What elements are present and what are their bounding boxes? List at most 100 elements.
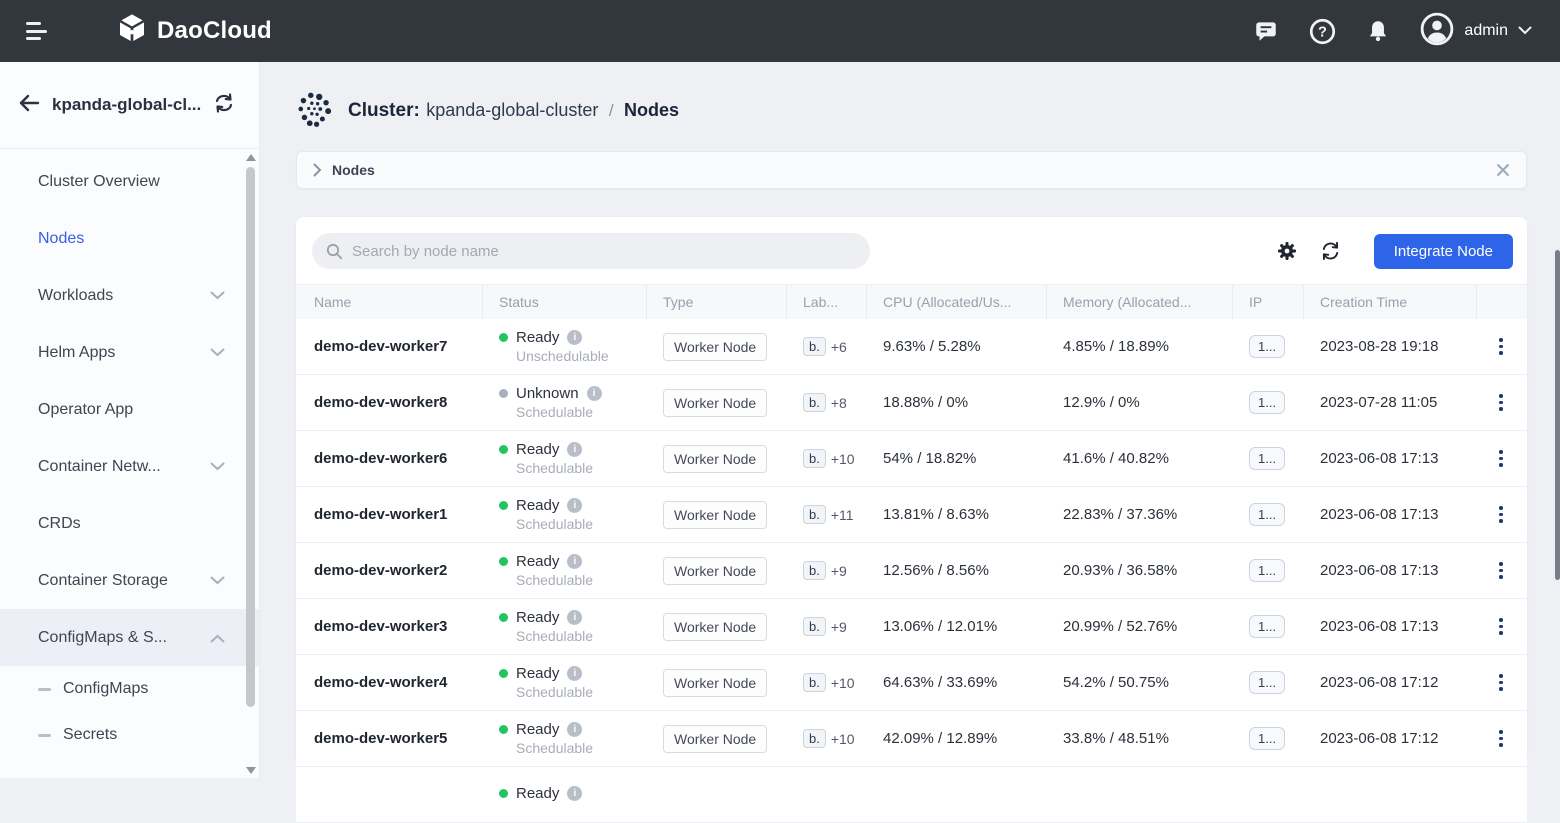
schedulable-text: Unschedulable: [516, 348, 609, 364]
search-box: [312, 233, 870, 269]
memory-usage: 22.83% / 37.36%: [1047, 487, 1233, 542]
info-icon[interactable]: [567, 722, 582, 737]
info-icon[interactable]: [567, 786, 582, 801]
expand-chevron-icon[interactable]: [313, 163, 322, 177]
info-icon[interactable]: [567, 666, 582, 681]
type-badge: Worker Node: [663, 669, 767, 697]
labels-more-count: +10: [831, 451, 855, 467]
page-scrollbar-thumb[interactable]: [1555, 250, 1560, 580]
dash-icon: [38, 734, 51, 737]
sidebar-item[interactable]: Operator App: [0, 381, 259, 438]
sidebar-item[interactable]: Container Netw...: [0, 438, 259, 495]
ip-chip[interactable]: 1...: [1249, 727, 1285, 750]
row-actions-kebab[interactable]: [1493, 558, 1509, 583]
creation-time: 2023-06-08 17:13: [1304, 599, 1477, 654]
breadcrumb-cluster-name[interactable]: kpanda-global-cluster: [426, 100, 598, 120]
ip-chip[interactable]: 1...: [1249, 391, 1285, 414]
row-actions-kebab[interactable]: [1493, 446, 1509, 471]
close-icon[interactable]: [1496, 163, 1510, 177]
memory-usage: [1047, 767, 1233, 822]
row-actions-kebab[interactable]: [1493, 502, 1509, 527]
user-menu[interactable]: admin: [1420, 12, 1532, 51]
status-dot: [499, 613, 508, 622]
sidebar-item[interactable]: ConfigMaps: [0, 666, 259, 712]
sidebar-item[interactable]: Nodes: [0, 210, 259, 267]
cluster-switch-icon[interactable]: [213, 93, 235, 118]
sidebar-item[interactable]: CRDs: [0, 495, 259, 552]
ip-chip[interactable]: 1...: [1249, 447, 1285, 470]
label-chip[interactable]: b.: [803, 505, 826, 524]
sidebar-item[interactable]: Workloads: [0, 267, 259, 324]
ip-chip[interactable]: 1...: [1249, 559, 1285, 582]
schedulable-text: Schedulable: [516, 404, 593, 420]
actions-cell: [1477, 655, 1527, 710]
brand-name: DaoCloud: [157, 17, 272, 45]
info-icon[interactable]: [567, 442, 582, 457]
sidebar-item-label: ConfigMaps: [63, 680, 148, 698]
sidebar-item[interactable]: Cluster Overview: [0, 153, 259, 210]
hamburger-menu-icon[interactable]: [26, 22, 50, 40]
label-chip[interactable]: b.: [803, 337, 826, 356]
node-name: demo-dev-worker4: [296, 655, 483, 710]
ip-chip[interactable]: 1...: [1249, 335, 1285, 358]
help-icon[interactable]: ?: [1308, 17, 1336, 45]
bell-icon[interactable]: [1364, 17, 1392, 45]
info-icon[interactable]: [567, 498, 582, 513]
integrate-node-button[interactable]: Integrate Node: [1374, 234, 1513, 269]
label-chip[interactable]: b.: [803, 561, 826, 580]
sidebar-item[interactable]: Container Storage: [0, 552, 259, 609]
sidebar-item-label: Operator App: [38, 401, 133, 419]
label-chip[interactable]: b.: [803, 673, 826, 692]
creation-time: 2023-06-08 17:13: [1304, 543, 1477, 598]
column-header: Name: [296, 285, 483, 319]
ip-cell: 1...: [1233, 375, 1304, 430]
ip-cell: 1...: [1233, 599, 1304, 654]
node-status-cell: Ready Schedulable: [483, 543, 647, 598]
info-icon[interactable]: [567, 554, 582, 569]
info-icon[interactable]: [567, 610, 582, 625]
chevron-icon: [210, 344, 225, 362]
row-actions-kebab[interactable]: [1493, 334, 1509, 359]
label-chip[interactable]: b.: [803, 393, 826, 412]
labels-more-count: +10: [831, 675, 855, 691]
daocloud-logo-icon: [116, 13, 148, 50]
back-arrow-icon[interactable]: [18, 94, 40, 117]
info-icon[interactable]: [567, 330, 582, 345]
ip-chip[interactable]: 1...: [1249, 503, 1285, 526]
refresh-icon[interactable]: [1320, 240, 1342, 262]
scrollbar-down-arrow[interactable]: [246, 767, 256, 774]
actions-cell: [1477, 711, 1527, 766]
info-icon[interactable]: [587, 386, 602, 401]
sidebar-item[interactable]: Helm Apps: [0, 324, 259, 381]
row-actions-kebab[interactable]: [1493, 670, 1509, 695]
table-row: demo-dev-worker1 Ready Schedulable Worke…: [296, 487, 1527, 543]
sidebar-item-label: Cluster Overview: [38, 173, 160, 191]
label-chip[interactable]: b.: [803, 449, 826, 468]
sidebar-item[interactable]: ConfigMaps & S...: [0, 609, 259, 666]
label-chip[interactable]: b.: [803, 617, 826, 636]
scrollbar-up-arrow[interactable]: [246, 154, 256, 161]
main-content: Cluster: kpanda-global-cluster / Nodes N…: [260, 62, 1560, 778]
row-actions-kebab[interactable]: [1493, 614, 1509, 639]
chevron-down-icon: [1518, 22, 1532, 40]
sidebar: kpanda-global-cl... Cluster Overview Nod…: [0, 62, 260, 778]
status-text: Ready: [516, 553, 559, 570]
chat-icon[interactable]: [1252, 17, 1280, 45]
label-chip[interactable]: b.: [803, 729, 826, 748]
username: admin: [1464, 22, 1508, 40]
actions-cell: [1477, 431, 1527, 486]
row-actions-kebab[interactable]: [1493, 726, 1509, 751]
sidebar-item[interactable]: Secrets: [0, 712, 259, 758]
ip-chip[interactable]: 1...: [1249, 671, 1285, 694]
svg-text:?: ?: [1318, 24, 1327, 40]
memory-usage: 12.9% / 0%: [1047, 375, 1233, 430]
page-header: Cluster: kpanda-global-cluster / Nodes: [296, 82, 1527, 140]
row-actions-kebab[interactable]: [1493, 390, 1509, 415]
settings-gear-icon[interactable]: [1276, 240, 1298, 262]
search-input[interactable]: [352, 243, 856, 260]
schedulable-text: Schedulable: [516, 684, 593, 700]
scrollbar-thumb[interactable]: [246, 167, 255, 707]
actions-cell: [1477, 319, 1527, 374]
ip-chip[interactable]: 1...: [1249, 615, 1285, 638]
node-type-cell: Worker Node: [647, 431, 787, 486]
